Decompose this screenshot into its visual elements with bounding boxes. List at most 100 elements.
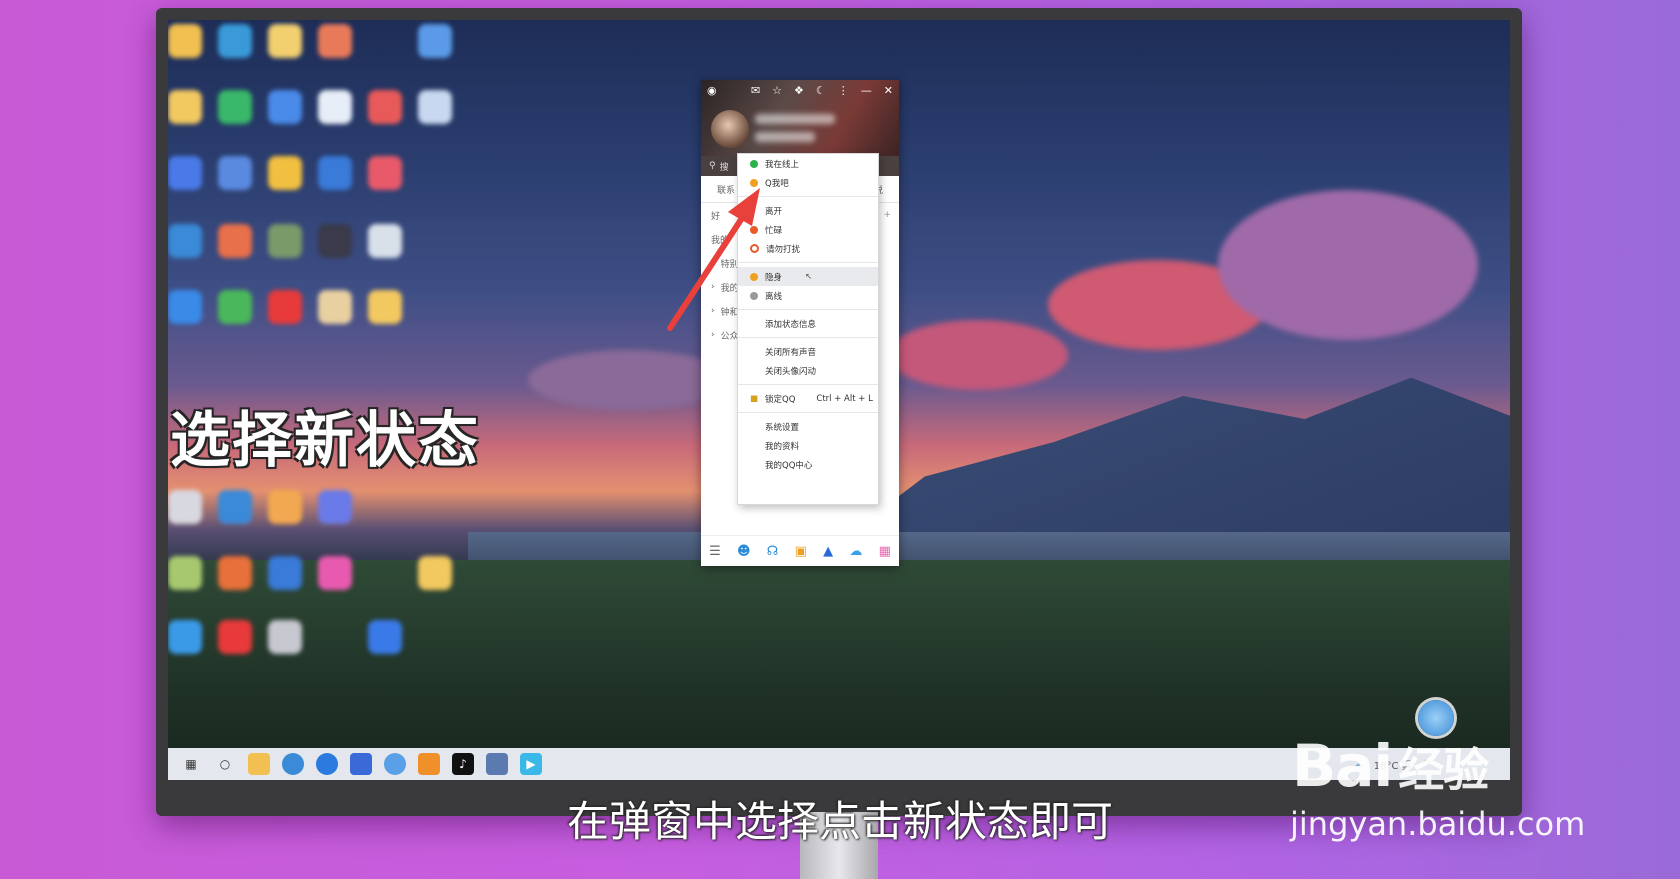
status-away[interactable]: 离开 bbox=[738, 201, 878, 220]
mail-icon[interactable]: ✉ bbox=[751, 84, 760, 97]
desktop-icon[interactable] bbox=[318, 556, 352, 590]
divider bbox=[738, 309, 878, 310]
watermark-url: jingyan.baidu.com bbox=[1290, 805, 1586, 843]
desktop-icon[interactable] bbox=[218, 224, 252, 258]
shortcut-label: Ctrl + Alt + L bbox=[816, 393, 873, 404]
status-do-not-disturb[interactable]: 请勿打扰 bbox=[738, 239, 878, 258]
app-icon[interactable] bbox=[486, 753, 508, 775]
menu-item-label: 关闭头像闪动 bbox=[765, 366, 817, 377]
desktop-icon[interactable] bbox=[418, 24, 452, 58]
status-dot-icon bbox=[750, 178, 758, 187]
desktop-icon[interactable] bbox=[218, 620, 252, 654]
desktop-icon[interactable] bbox=[268, 156, 302, 190]
group-label: 特别 bbox=[720, 259, 739, 270]
app-icon[interactable] bbox=[350, 753, 372, 775]
add-icon[interactable]: + bbox=[883, 210, 891, 220]
desktop-icon[interactable] bbox=[168, 290, 202, 324]
game-icon[interactable]: ▲ bbox=[823, 544, 833, 559]
status-online[interactable]: 我在线上 bbox=[738, 154, 878, 173]
player-icon[interactable]: ▶ bbox=[520, 753, 542, 775]
desktop-icon[interactable] bbox=[368, 90, 402, 124]
desktop-icon[interactable] bbox=[268, 224, 302, 258]
close-icon[interactable]: ✕ bbox=[884, 84, 893, 97]
avatar-flash-toggle[interactable]: 关闭头像闪动 bbox=[738, 361, 878, 380]
edge-icon[interactable] bbox=[316, 753, 338, 775]
wechat-icon[interactable] bbox=[418, 753, 440, 775]
desktop-icon[interactable] bbox=[268, 620, 302, 654]
status-offline[interactable]: 离线 bbox=[738, 286, 878, 305]
desktop-icon[interactable] bbox=[318, 24, 352, 58]
star-icon[interactable]: ☆ bbox=[772, 84, 782, 97]
watermark-brand-cn: 经验 bbox=[1398, 743, 1489, 797]
desktop-icon[interactable] bbox=[268, 556, 302, 590]
divider bbox=[738, 337, 878, 338]
cloud-icon[interactable]: ☁ bbox=[849, 544, 862, 559]
desktop-icon[interactable] bbox=[318, 490, 352, 524]
bell-icon[interactable]: ◉ bbox=[707, 84, 717, 97]
desktop-icon[interactable] bbox=[168, 90, 202, 124]
desktop-icon[interactable] bbox=[368, 156, 402, 190]
status-dot-icon bbox=[750, 225, 758, 234]
desktop-icon[interactable] bbox=[218, 24, 252, 58]
windows-start-icon[interactable]: ▦ bbox=[180, 753, 202, 775]
moon-icon[interactable]: ☾ bbox=[816, 84, 826, 97]
status-busy[interactable]: 忙碌 bbox=[738, 220, 878, 239]
main-menu-icon[interactable]: ☰ bbox=[709, 544, 721, 559]
skin-icon[interactable]: ❖ bbox=[794, 84, 804, 97]
avatar[interactable] bbox=[711, 110, 749, 148]
desktop-icon[interactable] bbox=[218, 556, 252, 590]
desktop-icon[interactable] bbox=[268, 24, 302, 58]
desktop-icon[interactable] bbox=[318, 156, 352, 190]
status-invisible[interactable]: 隐身 ↖ bbox=[738, 267, 878, 286]
desktop-icon[interactable] bbox=[368, 290, 402, 324]
watermark-brand: Bai bbox=[1292, 732, 1393, 800]
cloud bbox=[528, 350, 728, 410]
my-profile[interactable]: 我的资料 bbox=[738, 436, 878, 455]
desktop-icon[interactable] bbox=[168, 224, 202, 258]
desktop-icon[interactable] bbox=[168, 24, 202, 58]
desktop-icon[interactable] bbox=[218, 290, 252, 324]
status-q-me[interactable]: Q我吧 bbox=[738, 173, 878, 192]
headset-icon[interactable]: ☊ bbox=[767, 544, 779, 559]
search-icon: ⚲ bbox=[709, 161, 716, 171]
desktop-icon[interactable] bbox=[268, 90, 302, 124]
desktop-icon[interactable] bbox=[168, 620, 202, 654]
app-icon[interactable] bbox=[282, 753, 304, 775]
desktop-icon[interactable] bbox=[168, 556, 202, 590]
desktop-icon[interactable] bbox=[418, 90, 452, 124]
file-explorer-icon[interactable] bbox=[248, 753, 270, 775]
desktop-icon[interactable] bbox=[168, 156, 202, 190]
desktop-icon[interactable] bbox=[168, 490, 202, 524]
more-icon[interactable]: ⋮ bbox=[838, 84, 849, 97]
app-icon[interactable] bbox=[384, 753, 406, 775]
search-circle-icon[interactable]: ○ bbox=[214, 753, 236, 775]
desktop-icon[interactable] bbox=[318, 90, 352, 124]
desktop-icon[interactable] bbox=[218, 156, 252, 190]
desktop-icon[interactable] bbox=[218, 90, 252, 124]
desktop-icon[interactable] bbox=[418, 556, 452, 590]
desktop-icon[interactable] bbox=[268, 490, 302, 524]
system-settings[interactable]: 系统设置 bbox=[738, 417, 878, 436]
menu-item-label: 离线 bbox=[765, 291, 783, 302]
menu-item-label: 关闭所有声音 bbox=[765, 347, 817, 358]
tiktok-icon[interactable]: ♪ bbox=[452, 753, 474, 775]
desktop-icon[interactable] bbox=[218, 490, 252, 524]
desktop-icon[interactable] bbox=[368, 620, 402, 654]
desktop-icon[interactable] bbox=[318, 290, 352, 324]
desktop-icon[interactable] bbox=[318, 224, 352, 258]
desktop-icon[interactable] bbox=[368, 224, 402, 258]
my-qq-center[interactable]: 我的QQ中心 bbox=[738, 455, 878, 474]
divider bbox=[738, 412, 878, 413]
add-status-info[interactable]: 添加状态信息 bbox=[738, 314, 878, 333]
gift-icon[interactable]: ▣ bbox=[795, 544, 807, 559]
desktop-icon[interactable] bbox=[268, 290, 302, 324]
apps-grid-icon[interactable]: ▦ bbox=[879, 544, 891, 559]
divider bbox=[738, 262, 878, 263]
qq-footer-toolbar: ☰ ☻ ☊ ▣ ▲ ☁ ▦ bbox=[701, 535, 899, 566]
status-dot-icon bbox=[750, 244, 759, 253]
contacts-icon[interactable]: ☻ bbox=[737, 544, 751, 559]
lock-qq[interactable]: ■ 锁定QQ Ctrl + Alt + L bbox=[738, 389, 878, 408]
mute-all-sounds[interactable]: 关闭所有声音 bbox=[738, 342, 878, 361]
tab-contacts[interactable]: 联系 bbox=[717, 183, 735, 196]
minimize-icon[interactable]: — bbox=[861, 84, 872, 97]
